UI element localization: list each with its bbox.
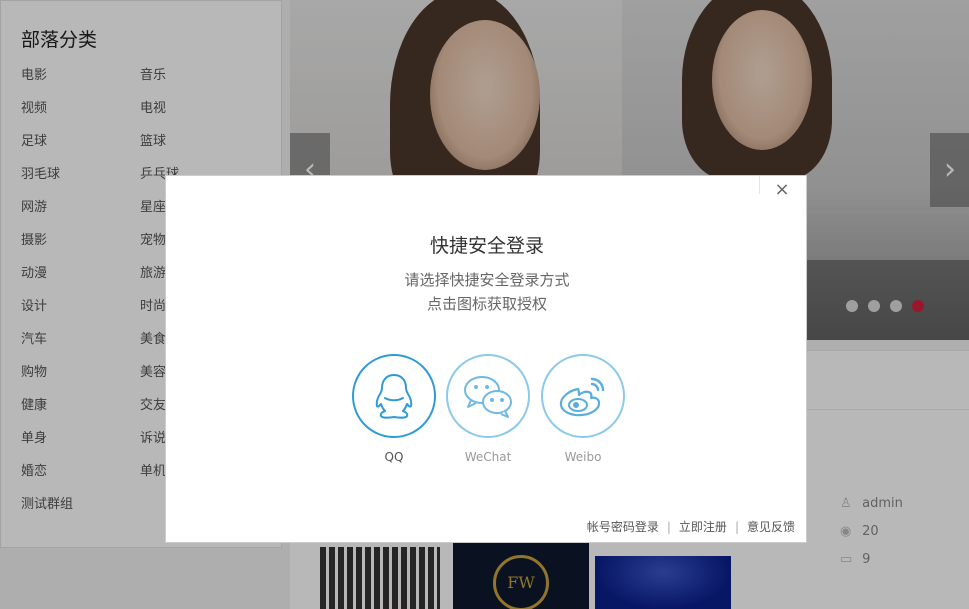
wechat-icon xyxy=(464,376,512,418)
quick-login-dialog: × 快捷安全登录 请选择快捷安全登录方式 点击图标获取授权 QQ WeChat xyxy=(165,175,807,543)
dialog-instruction: 点击图标获取授权 xyxy=(426,295,547,313)
divider xyxy=(759,176,760,194)
qq-icon xyxy=(375,374,413,419)
qq-login-button[interactable]: QQ xyxy=(352,354,436,464)
wechat-login-button[interactable]: WeChat xyxy=(446,354,530,464)
weibo-login-button[interactable]: Weibo xyxy=(541,354,625,464)
dialog-subtitle: 请选择快捷安全登录方式 xyxy=(404,271,570,289)
wechat-icon-circle[interactable] xyxy=(446,354,530,438)
weibo-icon-circle[interactable] xyxy=(541,354,625,438)
weibo-label: Weibo xyxy=(564,450,602,464)
dialog-title: 快捷安全登录 xyxy=(429,235,544,257)
weibo-icon xyxy=(559,377,605,417)
dialog-footer-links: 帐号密码登录 | 立即注册 | 意见反馈 xyxy=(587,518,795,535)
qq-label: QQ xyxy=(384,450,404,464)
link-separator: | xyxy=(734,520,739,534)
wechat-label: WeChat xyxy=(464,450,512,464)
link-separator: | xyxy=(666,520,671,534)
register-link[interactable]: 立即注册 xyxy=(679,520,727,534)
close-button[interactable]: × xyxy=(772,180,792,200)
qq-icon-circle[interactable] xyxy=(352,354,436,438)
feedback-link[interactable]: 意见反馈 xyxy=(747,520,795,534)
account-login-link[interactable]: 帐号密码登录 xyxy=(587,520,659,534)
